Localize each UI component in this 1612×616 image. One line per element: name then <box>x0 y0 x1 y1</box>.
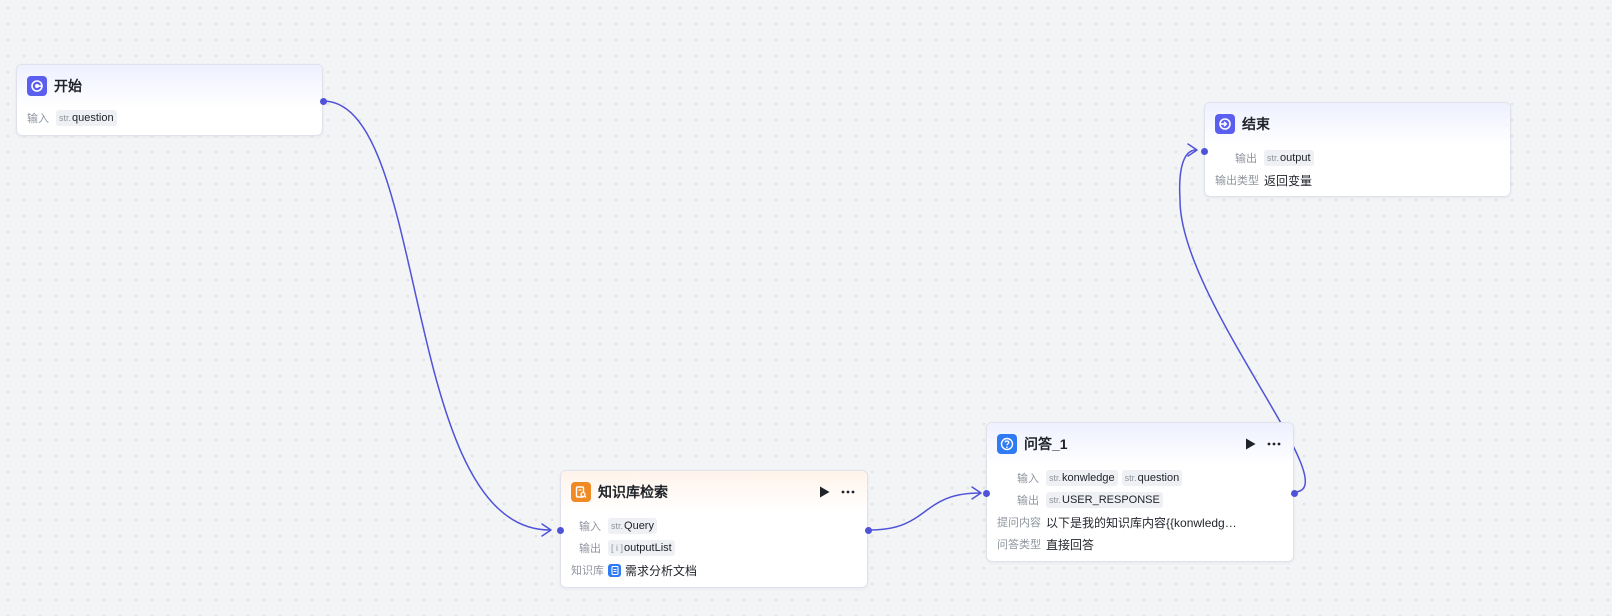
node-kb-search-input-row: 输入 str. Query <box>571 515 857 537</box>
prompt-label: 提问内容 <box>997 517 1041 529</box>
edge-arrow-qa <box>971 486 982 500</box>
variable-name: question <box>1137 472 1180 484</box>
variable-type: str. <box>1267 153 1280 163</box>
variable-name: question <box>72 112 114 124</box>
variable-type: str. <box>59 113 72 123</box>
node-qa-prompt-row: 提问内容 以下是我的知识库内容{{konwledg… <box>997 511 1283 533</box>
more-icon[interactable] <box>1267 437 1281 451</box>
input-label: 输入 <box>1017 473 1039 485</box>
node-kb-search-output-handle[interactable] <box>865 527 872 534</box>
node-qa-input-handle[interactable] <box>983 490 990 497</box>
output-label: 输出 <box>1235 153 1257 165</box>
node-end-output-type-row: 输出类型 返回变量 <box>1215 169 1500 191</box>
node-end-input-handle[interactable] <box>1201 148 1208 155</box>
node-start-title: 开始 <box>54 78 82 94</box>
answer-type-value: 直接回答 <box>1046 537 1095 552</box>
node-qa-output-handle[interactable] <box>1291 490 1298 497</box>
node-kb-search-kb-row: 知识库 需求分析文档 <box>571 559 857 581</box>
node-start-header[interactable]: 开始 <box>17 65 322 107</box>
knowledge-search-icon <box>571 482 591 502</box>
variable-type: str. <box>611 521 624 531</box>
output-type-value: 返回变量 <box>1264 173 1313 188</box>
end-icon <box>1215 114 1235 134</box>
input-label: 输入 <box>27 113 49 125</box>
variable-tag: str. output <box>1264 150 1314 166</box>
edge-arrow-end <box>1187 143 1198 157</box>
prompt-value: 以下是我的知识库内容{{konwledg… <box>1046 515 1237 530</box>
node-end-output-row: 输出 str. output <box>1215 147 1500 169</box>
node-qa-answer-type-row: 问答类型 直接回答 <box>997 533 1283 555</box>
variable-tag: [ i ] outputList <box>608 540 675 556</box>
variable-tag: str. question <box>56 110 117 126</box>
answer-type-label: 问答类型 <box>997 539 1041 551</box>
variable-tag: str. question <box>1121 470 1183 486</box>
variable-tag: str. USER_RESPONSE <box>1046 492 1163 508</box>
node-qa-title: 问答_1 <box>1024 436 1068 452</box>
input-label: 输入 <box>579 521 601 533</box>
node-end-title: 结束 <box>1242 116 1270 132</box>
variable-name: konwledge <box>1062 472 1115 484</box>
knowledge-base-label: 知识库 <box>571 565 604 577</box>
variable-name: output <box>1280 152 1311 164</box>
question-icon <box>997 434 1017 454</box>
variable-type: str. <box>1049 495 1062 505</box>
knowledge-base-value: 需求分析文档 <box>625 563 698 578</box>
variable-name: outputList <box>624 542 672 554</box>
edge-arrow-kb <box>541 523 552 537</box>
node-kb-search-header[interactable]: 知识库检索 <box>561 471 867 513</box>
edge-start-to-kb[interactable] <box>322 100 551 531</box>
node-end-header[interactable]: 结束 <box>1205 103 1510 145</box>
node-kb-search[interactable]: 知识库检索 输入 str. Query 输出 [i] outputList … <box>557 470 872 588</box>
node-qa-output-row: 输出 str. USER_RESPONSE <box>997 489 1283 511</box>
more-icon[interactable] <box>841 485 855 499</box>
variable-tag: str. Query <box>608 518 657 534</box>
document-icon <box>608 563 621 577</box>
node-kb-search-title: 知识库检索 <box>598 484 668 500</box>
output-label: 输出 <box>1017 495 1039 507</box>
output-type-label: 输出类型 <box>1215 175 1259 187</box>
node-start[interactable]: 开始 输入 str. question <box>16 64 327 136</box>
variable-name: Query <box>624 520 654 532</box>
node-qa[interactable]: 问答_1 输入 str. konwledge str. question 输出 … <box>983 422 1298 562</box>
output-label: 输出 <box>579 543 601 555</box>
start-icon <box>27 76 47 96</box>
variable-type: [ i ] <box>611 543 624 553</box>
node-start-output-handle[interactable] <box>320 98 327 105</box>
edge-kb-to-qa[interactable] <box>869 492 981 531</box>
node-qa-header[interactable]: 问答_1 <box>987 423 1293 465</box>
variable-name: USER_RESPONSE <box>1062 494 1160 506</box>
variable-type: str. <box>1049 473 1062 483</box>
play-icon[interactable] <box>817 485 831 499</box>
node-qa-input-row: 输入 str. konwledge str. question <box>997 467 1283 489</box>
node-kb-search-output-row: 输出 [ i ] outputList <box>571 537 857 559</box>
play-icon[interactable] <box>1243 437 1257 451</box>
node-end[interactable]: 结束 输出 str. output 输出类型 返回变量 <box>1201 102 1511 197</box>
variable-type: str. <box>1124 473 1137 483</box>
variable-tag: str. konwledge <box>1046 470 1118 486</box>
node-start-input-row: 输入 str. question <box>27 107 312 129</box>
node-kb-search-input-handle[interactable] <box>557 527 564 534</box>
workflow-canvas[interactable]: 开始 输入 str. question 知识库检索 输入 str. Query … <box>0 0 1612 616</box>
